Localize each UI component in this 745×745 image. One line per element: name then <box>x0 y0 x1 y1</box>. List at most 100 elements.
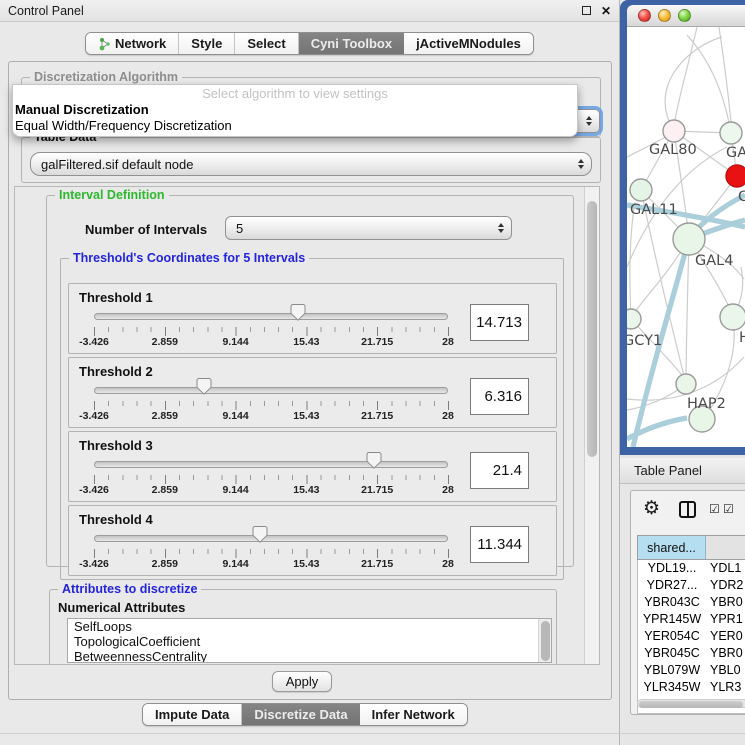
table-panel-title: Table Panel <box>634 463 702 478</box>
node-gal11[interactable] <box>630 179 652 201</box>
tick-marks-major <box>94 475 449 484</box>
table-row[interactable]: YER054CYER0 <box>638 628 745 645</box>
slider-thumb[interactable] <box>366 452 381 474</box>
popup-item-manual-discretization[interactable]: Manual Discretization <box>13 102 577 118</box>
table-panel: ⚙ ☑ ☑ shared... name YDL19...YDL1 YDR27.… <box>630 490 745 715</box>
node-gal4[interactable] <box>673 223 705 255</box>
minimize-traffic-light-icon[interactable] <box>658 9 671 22</box>
tab-select[interactable]: Select <box>235 33 298 54</box>
split-columns-icon[interactable] <box>679 501 696 518</box>
scrollbar-thumb[interactable] <box>639 701 743 708</box>
table-horizontal-scrollbar[interactable] <box>637 699 745 708</box>
slider-thumb[interactable] <box>196 378 211 400</box>
node-label: GAL80 <box>649 142 697 158</box>
list-scrollbar[interactable] <box>538 619 551 662</box>
interval-definition-group: Interval Definition Number of Intervals … <box>46 195 574 567</box>
tick-labels: -3.426 2.859 9.144 15.43 21.715 28 <box>94 336 448 349</box>
table-row[interactable]: YDL19...YDL1 <box>638 560 745 577</box>
network-view-window: GAL80 GA C GAL11 GAL4 GCY1 H HAP2 <box>620 0 745 455</box>
control-panel-window: Control Panel ✕ Network Style Se <box>0 0 620 745</box>
tick-labels: -3.426 2.859 9.144 15.43 21.715 28 <box>94 558 448 571</box>
threshold-4-panel: Threshold 4 -3.426 2.859 9.144 <box>68 505 557 576</box>
table-data-combobox[interactable]: galFiltered.sif default node <box>30 152 592 176</box>
screenshot-root: Control Panel ✕ Network Style Se <box>0 0 745 745</box>
cyni-bottom-tabbar: Impute Data Discretize Data Infer Networ… <box>142 703 468 726</box>
list-item[interactable]: SelfLoops <box>68 619 551 634</box>
threshold-1-value-field[interactable]: 14.713 <box>470 304 529 341</box>
network-graph: GAL80 GA C GAL11 GAL4 GCY1 H HAP2 <box>627 27 745 447</box>
column-header-name[interactable]: name <box>706 536 745 559</box>
node-gal80[interactable] <box>663 120 685 142</box>
gear-icon[interactable]: ⚙ <box>643 499 660 518</box>
checkbox-icon[interactable]: ☑ <box>709 503 720 515</box>
table-data-group: Table Data galFiltered.sif default node <box>21 137 601 183</box>
popup-item-equal-width-frequency[interactable]: Equal Width/Frequency Discretization <box>13 118 577 134</box>
network-icon <box>98 37 111 51</box>
numerical-attributes-list[interactable]: SelfLoops TopologicalCoefficient Between… <box>67 618 552 663</box>
apply-button[interactable]: Apply <box>272 671 332 692</box>
table-row[interactable]: YDR27...YDR2 <box>638 577 745 594</box>
table-row[interactable]: YBR043CYBR0 <box>638 594 745 611</box>
list-item[interactable]: TopologicalCoefficient <box>68 634 551 649</box>
tab-impute-data[interactable]: Impute Data <box>143 704 242 725</box>
column-header-shared-name[interactable]: shared... <box>638 536 706 559</box>
tab-style-label: Style <box>191 36 222 51</box>
tab-infer-network[interactable]: Infer Network <box>360 704 467 725</box>
table-row[interactable]: YPR145WYPR1 <box>638 611 745 628</box>
number-of-intervals-value: 5 <box>236 221 243 236</box>
table-row[interactable]: YBL079WYBL0 <box>638 662 745 679</box>
list-item[interactable]: BetweennessCentrality <box>68 649 551 663</box>
table-row[interactable]: YBR045CYBR0 <box>638 645 745 662</box>
number-of-intervals-label: Number of Intervals <box>85 222 207 237</box>
attributes-group-title: Attributes to discretize <box>58 582 201 596</box>
tab-network-label: Network <box>115 36 166 51</box>
tab-style[interactable]: Style <box>179 33 235 54</box>
network-nodes[interactable] <box>627 120 745 432</box>
slider-thumb[interactable] <box>291 304 306 326</box>
threshold-4-value-field[interactable]: 11.344 <box>470 526 529 563</box>
threshold-3-slider[interactable]: -3.426 2.859 9.144 15.43 21.715 28 <box>94 432 448 501</box>
table-data-combobox-value: galFiltered.sif default node <box>41 157 193 172</box>
node-gcy1[interactable] <box>627 309 641 329</box>
float-window-icon[interactable] <box>582 6 591 15</box>
zoom-traffic-light-icon[interactable] <box>678 9 691 22</box>
scrollbar-thumb[interactable] <box>541 621 550 661</box>
node-h[interactable] <box>720 304 745 330</box>
node-hap2[interactable] <box>676 374 696 394</box>
network-canvas[interactable]: GAL80 GA C GAL11 GAL4 GCY1 H HAP2 <box>627 27 745 447</box>
settings-scroll-viewport: Interval Definition Number of Intervals … <box>14 186 600 665</box>
popup-hint: Select algorithm to view settings <box>13 86 577 102</box>
node-label: HAP2 <box>687 396 726 412</box>
slider-track[interactable] <box>94 313 448 320</box>
slider-thumb[interactable] <box>253 526 268 548</box>
slider-track[interactable] <box>94 387 448 394</box>
threshold-1-slider[interactable]: -3.426 2.859 9.144 15.43 21.715 28 <box>94 284 448 353</box>
checkbox-icon[interactable]: ☑ <box>723 503 734 515</box>
threshold-3-value-field[interactable]: 21.4 <box>470 452 529 489</box>
table-row[interactable]: YLR345WYLR3 <box>638 679 745 696</box>
slider-track[interactable] <box>94 461 448 468</box>
number-of-intervals-combobox[interactable]: 5 <box>225 216 512 240</box>
network-window-titlebar <box>627 5 745 27</box>
tab-discretize-data[interactable]: Discretize Data <box>242 704 359 725</box>
node-label: C <box>738 189 745 205</box>
algorithm-dropdown-popup: Select algorithm to view settings Manual… <box>12 84 578 137</box>
threshold-4-slider[interactable]: -3.426 2.859 9.144 15.43 21.715 28 <box>94 506 448 575</box>
slider-track[interactable] <box>94 535 448 542</box>
tab-jactivemnodules[interactable]: jActiveMNodules <box>404 33 533 54</box>
node-ga[interactable] <box>720 122 742 144</box>
threshold-2-value-field[interactable]: 6.316 <box>470 378 529 415</box>
table-body: YDL19...YDL1 YDR27...YDR2 YBR043CYBR0 YP… <box>637 560 745 714</box>
numerical-attributes-label: Numerical Attributes <box>58 600 185 615</box>
node-red-selected[interactable] <box>726 165 745 187</box>
threshold-2-slider[interactable]: -3.426 2.859 9.144 15.43 21.715 28 <box>94 358 448 427</box>
tab-network[interactable]: Network <box>86 33 179 54</box>
tab-cyni-toolbox[interactable]: Cyni Toolbox <box>299 33 404 54</box>
titlebar-icons: ✕ <box>582 5 611 17</box>
scrollbar-thumb[interactable] <box>587 201 597 457</box>
close-icon[interactable]: ✕ <box>601 5 611 17</box>
tab-discretize-data-label: Discretize Data <box>254 707 347 722</box>
table-header-row: shared... name <box>637 535 745 560</box>
close-traffic-light-icon[interactable] <box>638 9 651 22</box>
settings-scrollbar[interactable] <box>584 187 599 664</box>
